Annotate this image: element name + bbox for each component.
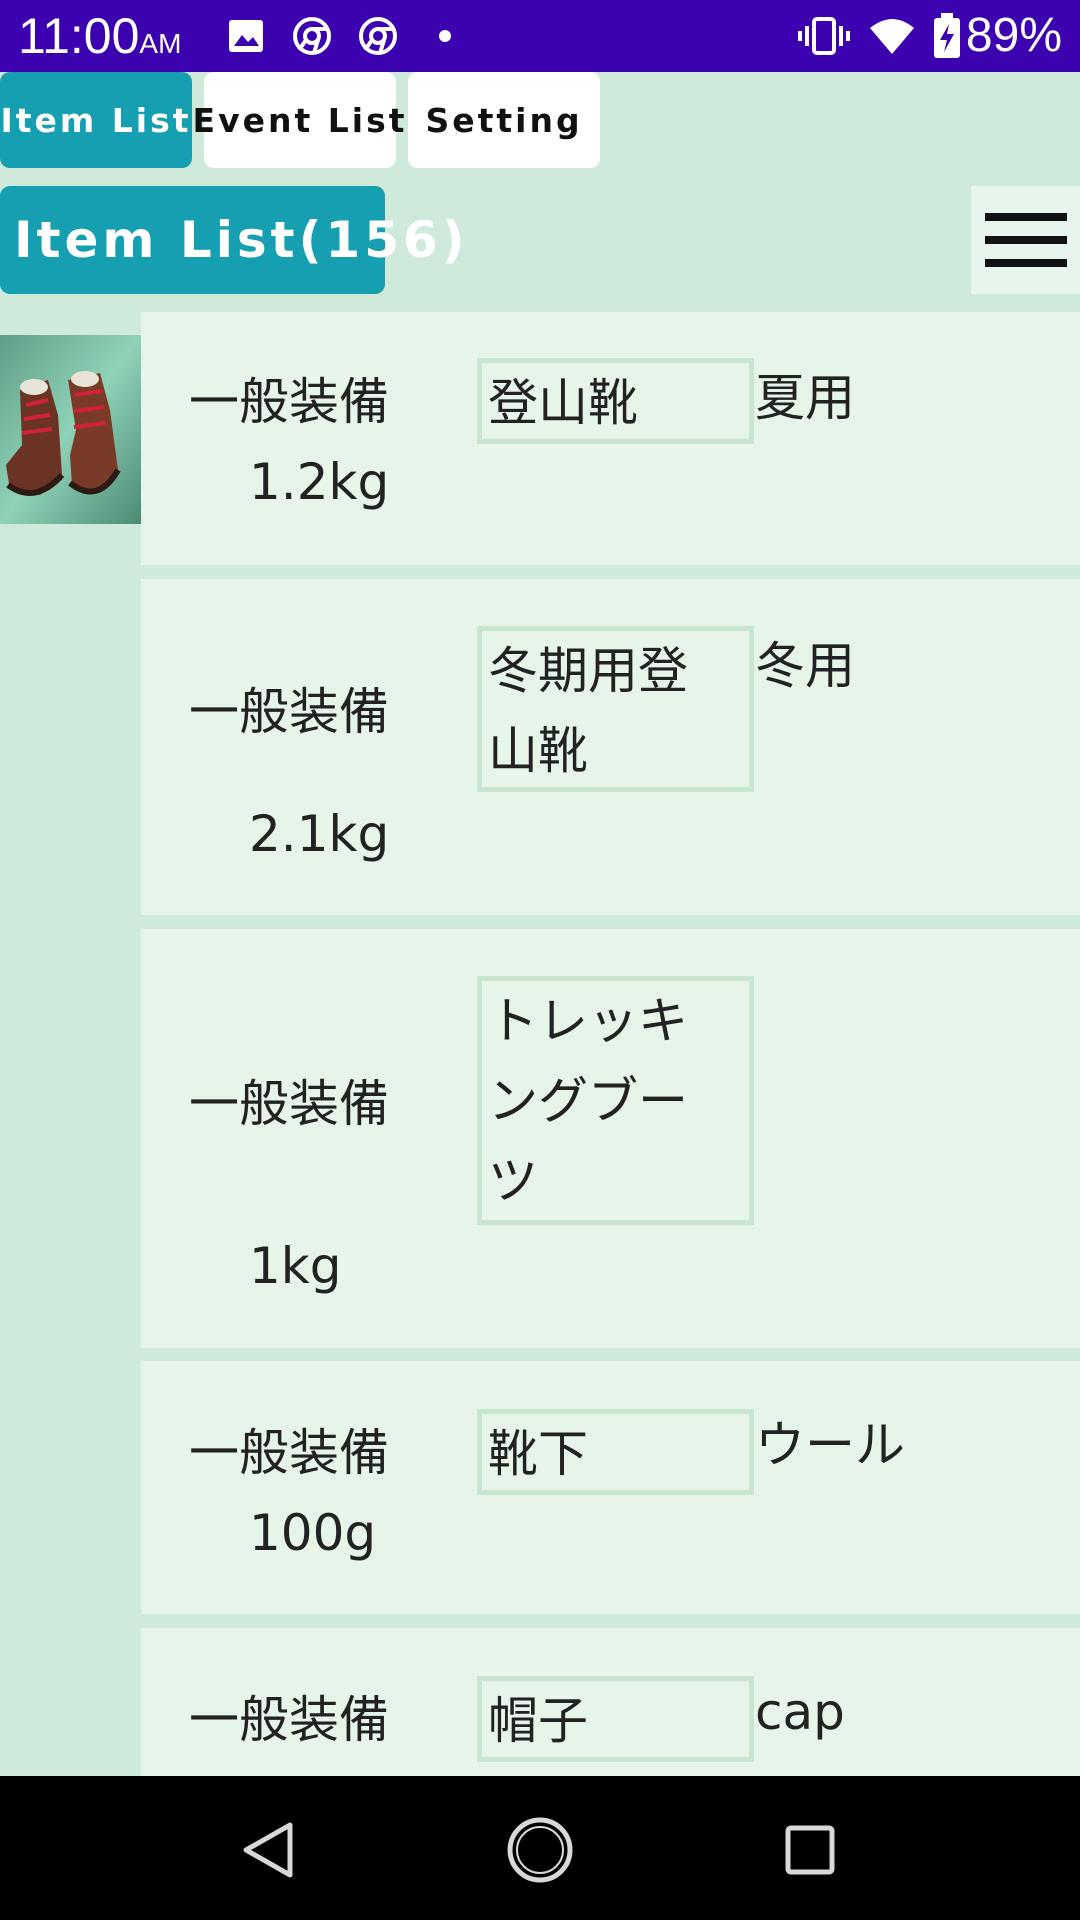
item-name-line: ングブー xyxy=(488,1072,688,1130)
dot-icon xyxy=(439,30,451,42)
item-name-line: ツ xyxy=(488,1152,538,1210)
item-weight: 100g xyxy=(249,1504,377,1562)
item-photo-boots[interactable] xyxy=(0,335,141,524)
tab-setting[interactable]: Setting xyxy=(408,72,600,168)
list-item[interactable]: 一般装備 1kg トレッキ ングブー ツ xyxy=(141,929,1080,1348)
item-note: 夏用 xyxy=(755,369,855,427)
item-note: ウール xyxy=(755,1416,905,1474)
page-title: Item List(156) xyxy=(14,211,469,269)
item-name[interactable]: 帽子 xyxy=(477,1676,754,1762)
list-item[interactable]: 一般装備 100g 靴下 ウール xyxy=(141,1361,1080,1614)
tab-label: Item List xyxy=(0,100,192,140)
status-bar: 11:00AM 89% xyxy=(0,0,1080,72)
item-name[interactable]: 靴下 xyxy=(477,1409,754,1495)
boots-image xyxy=(0,335,141,524)
item-list-title: Item List(156) xyxy=(0,186,465,294)
item-weight: 2.1kg xyxy=(249,805,390,863)
chrome-icon xyxy=(359,17,397,55)
item-category: 一般装備 xyxy=(189,1424,389,1482)
battery-percent: 89% xyxy=(965,9,1062,62)
list-item[interactable]: 一般装備 2.1kg 冬期用登 山靴 冬用 xyxy=(141,579,1080,915)
list-item[interactable]: 一般装備 帽子 cap xyxy=(141,1628,1080,1776)
item-note: cap xyxy=(755,1683,845,1741)
hamburger-menu-icon[interactable] xyxy=(971,186,1080,294)
item-name[interactable]: トレッキ ングブー ツ xyxy=(477,976,754,1225)
wifi-icon xyxy=(870,19,914,54)
tab-item-list[interactable]: Item List xyxy=(0,72,192,168)
item-note: 冬用 xyxy=(755,637,855,695)
item-name-text: 登山靴 xyxy=(488,374,638,432)
item-category: 一般装備 xyxy=(189,1075,389,1133)
list-item[interactable]: 一般装備 1.2kg 登山靴 夏用 xyxy=(141,312,1080,565)
vibrate-icon xyxy=(798,17,850,55)
item-name[interactable]: 冬期用登 山靴 xyxy=(477,626,754,792)
item-name-line: トレッキ xyxy=(488,992,688,1050)
home-icon[interactable] xyxy=(506,1816,574,1884)
tab-label: Event List xyxy=(192,100,408,140)
back-icon[interactable] xyxy=(240,1820,296,1880)
battery-charging-icon xyxy=(934,13,960,58)
item-category: 一般装備 xyxy=(189,373,389,431)
item-name-text: 帽子 xyxy=(488,1692,588,1750)
navigation-bar xyxy=(0,1776,1080,1920)
item-name-line: 山靴 xyxy=(488,722,588,780)
item-category: 一般装備 xyxy=(189,683,389,741)
status-time: 11:00AM xyxy=(18,8,181,72)
recents-icon[interactable] xyxy=(784,1824,836,1876)
ampm-text: AM xyxy=(139,28,182,59)
item-category: 一般装備 xyxy=(189,1691,389,1749)
chrome-icon xyxy=(293,17,331,55)
item-name[interactable]: 登山靴 xyxy=(477,358,754,444)
image-icon xyxy=(229,20,263,52)
time-text: 11:00 xyxy=(18,8,140,64)
item-name-text: 靴下 xyxy=(488,1425,588,1483)
item-weight: 1.2kg xyxy=(249,453,390,511)
tab-label: Setting xyxy=(425,100,583,140)
item-weight: 1kg xyxy=(249,1237,342,1295)
item-name-line: 冬期用登 xyxy=(488,642,688,700)
tab-event-list[interactable]: Event List xyxy=(193,72,404,168)
